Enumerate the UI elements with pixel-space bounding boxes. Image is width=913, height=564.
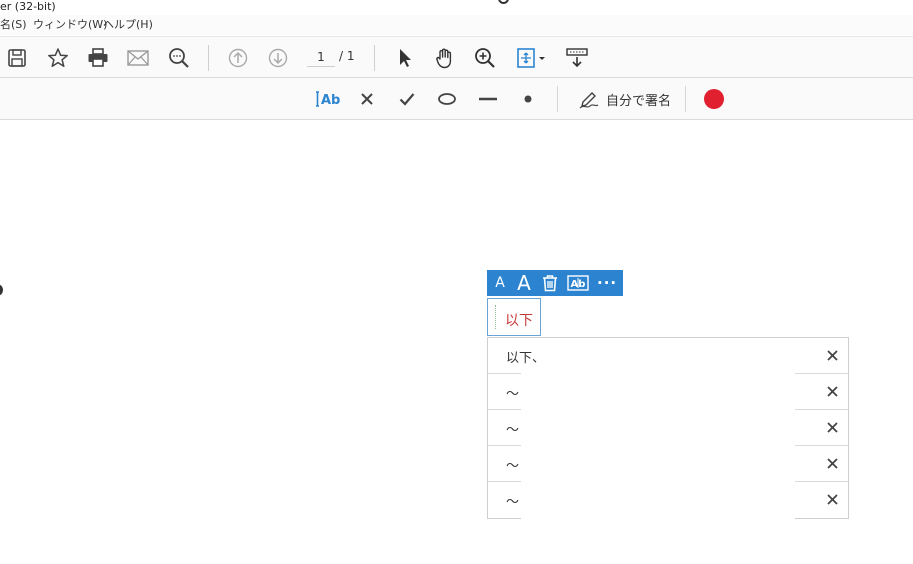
save-button[interactable] [4, 45, 30, 71]
print-button[interactable] [85, 45, 111, 71]
remove-suggestion-button[interactable] [824, 347, 840, 363]
text-format-toolbar: A A Ab ··· [487, 270, 623, 296]
page-down-icon [268, 48, 288, 68]
suggestion-item[interactable]: ～ [488, 445, 848, 483]
scroll-mode-icon [566, 48, 588, 68]
page-number-input[interactable] [307, 47, 335, 67]
redacted-area [521, 445, 795, 483]
select-cursor-icon [400, 49, 411, 67]
remove-suggestion-button[interactable] [824, 455, 840, 471]
more-options-button[interactable]: ··· [597, 272, 617, 294]
ellipse-button[interactable] [434, 86, 460, 112]
toolbar-divider [208, 45, 209, 71]
suggestion-text: ～ [506, 423, 520, 438]
menu-signature[interactable]: 名(S) [0, 15, 27, 35]
suggestion-item[interactable]: ～ [488, 373, 848, 411]
svg-text:Ab: Ab [321, 93, 340, 108]
text-annotation-value: 以下 [505, 313, 533, 329]
hand-icon [436, 48, 452, 69]
line-icon [479, 97, 497, 101]
page-fit-dropdown[interactable] [513, 45, 549, 71]
check-mark-icon [399, 93, 415, 106]
cross-mark-icon [361, 93, 373, 105]
text-field-icon: Ab [567, 275, 589, 291]
suggestion-item[interactable]: ～ [488, 409, 848, 447]
suggestion-text: ～ [506, 387, 520, 402]
self-sign-label: 自分で署名 [606, 93, 672, 109]
signbar-divider [685, 86, 686, 112]
dot-icon [524, 95, 532, 103]
page-total: / 1 [339, 49, 355, 63]
text-caret [495, 305, 496, 329]
close-icon [826, 385, 838, 397]
close-icon [826, 349, 838, 361]
suggestion-item[interactable]: 以下、 [488, 338, 848, 374]
save-icon [8, 49, 26, 67]
text-field-mode-button[interactable]: Ab [567, 272, 589, 294]
decrease-font-button[interactable]: A [493, 272, 507, 294]
email-button[interactable] [125, 45, 151, 71]
next-page-button[interactable] [265, 45, 291, 71]
check-mark-button[interactable] [394, 86, 420, 112]
signbar-divider [557, 86, 558, 112]
window-title: er (32-bit) [0, 0, 56, 13]
zoom-in-button[interactable] [472, 45, 498, 71]
self-sign-button[interactable]: 自分で署名 [576, 86, 673, 112]
add-text-icon: Ab [316, 91, 340, 108]
line-button[interactable] [475, 86, 501, 112]
dot-button[interactable] [515, 86, 541, 112]
trash-icon [543, 275, 557, 292]
close-icon [826, 421, 838, 433]
star-icon [48, 48, 68, 68]
remove-suggestion-button[interactable] [824, 491, 840, 507]
fit-page-icon [517, 48, 545, 68]
suggestion-item[interactable]: ～ [488, 481, 848, 519]
remove-suggestion-button[interactable] [824, 383, 840, 399]
cross-mark-button[interactable] [354, 86, 380, 112]
loading-spinner-icon [498, 0, 509, 4]
scroll-mode-button[interactable] [564, 45, 590, 71]
main-toolbar: / 1 [0, 36, 913, 78]
hand-tool-button[interactable] [432, 45, 458, 71]
sign-pen-icon [579, 92, 599, 109]
redacted-area [521, 409, 795, 447]
delete-button[interactable] [541, 272, 559, 294]
redacted-area [521, 481, 795, 519]
fill-sign-toolbar: Ab 自分で署名 [0, 78, 913, 120]
increase-font-button[interactable]: A [515, 271, 533, 295]
suggestion-text: ～ [506, 459, 520, 474]
find-icon [169, 48, 189, 68]
suggestion-text: ～ [506, 495, 520, 510]
find-button[interactable] [166, 45, 192, 71]
close-icon [826, 457, 838, 469]
page-up-icon [228, 48, 248, 68]
previous-page-button[interactable] [225, 45, 251, 71]
remove-suggestion-button[interactable] [824, 419, 840, 435]
bookmark-button[interactable] [45, 45, 71, 71]
zoom-in-icon [475, 48, 495, 68]
select-tool-button[interactable] [392, 45, 418, 71]
color-picker-button[interactable] [701, 86, 727, 112]
mail-icon [127, 50, 149, 66]
print-icon [88, 48, 108, 67]
add-text-button[interactable]: Ab [314, 86, 340, 112]
menu-help[interactable]: ヘルプ(H) [103, 15, 153, 35]
ellipse-icon [438, 93, 456, 105]
close-icon [826, 493, 838, 505]
menu-bar: 名(S) ウィンドウ(W) ヘルプ(H) [0, 15, 913, 35]
color-swatch [704, 89, 724, 109]
title-bar: er (32-bit) [0, 0, 913, 14]
toolbar-divider [374, 45, 375, 71]
suggestion-text: 以下、 [506, 351, 546, 366]
menu-window[interactable]: ウィンドウ(W) [33, 15, 107, 35]
autofill-suggestion-list: 以下、 ～ ～ ～ ～ [487, 337, 849, 519]
redacted-area [521, 373, 795, 411]
text-annotation-field[interactable]: 以下 [487, 298, 541, 336]
